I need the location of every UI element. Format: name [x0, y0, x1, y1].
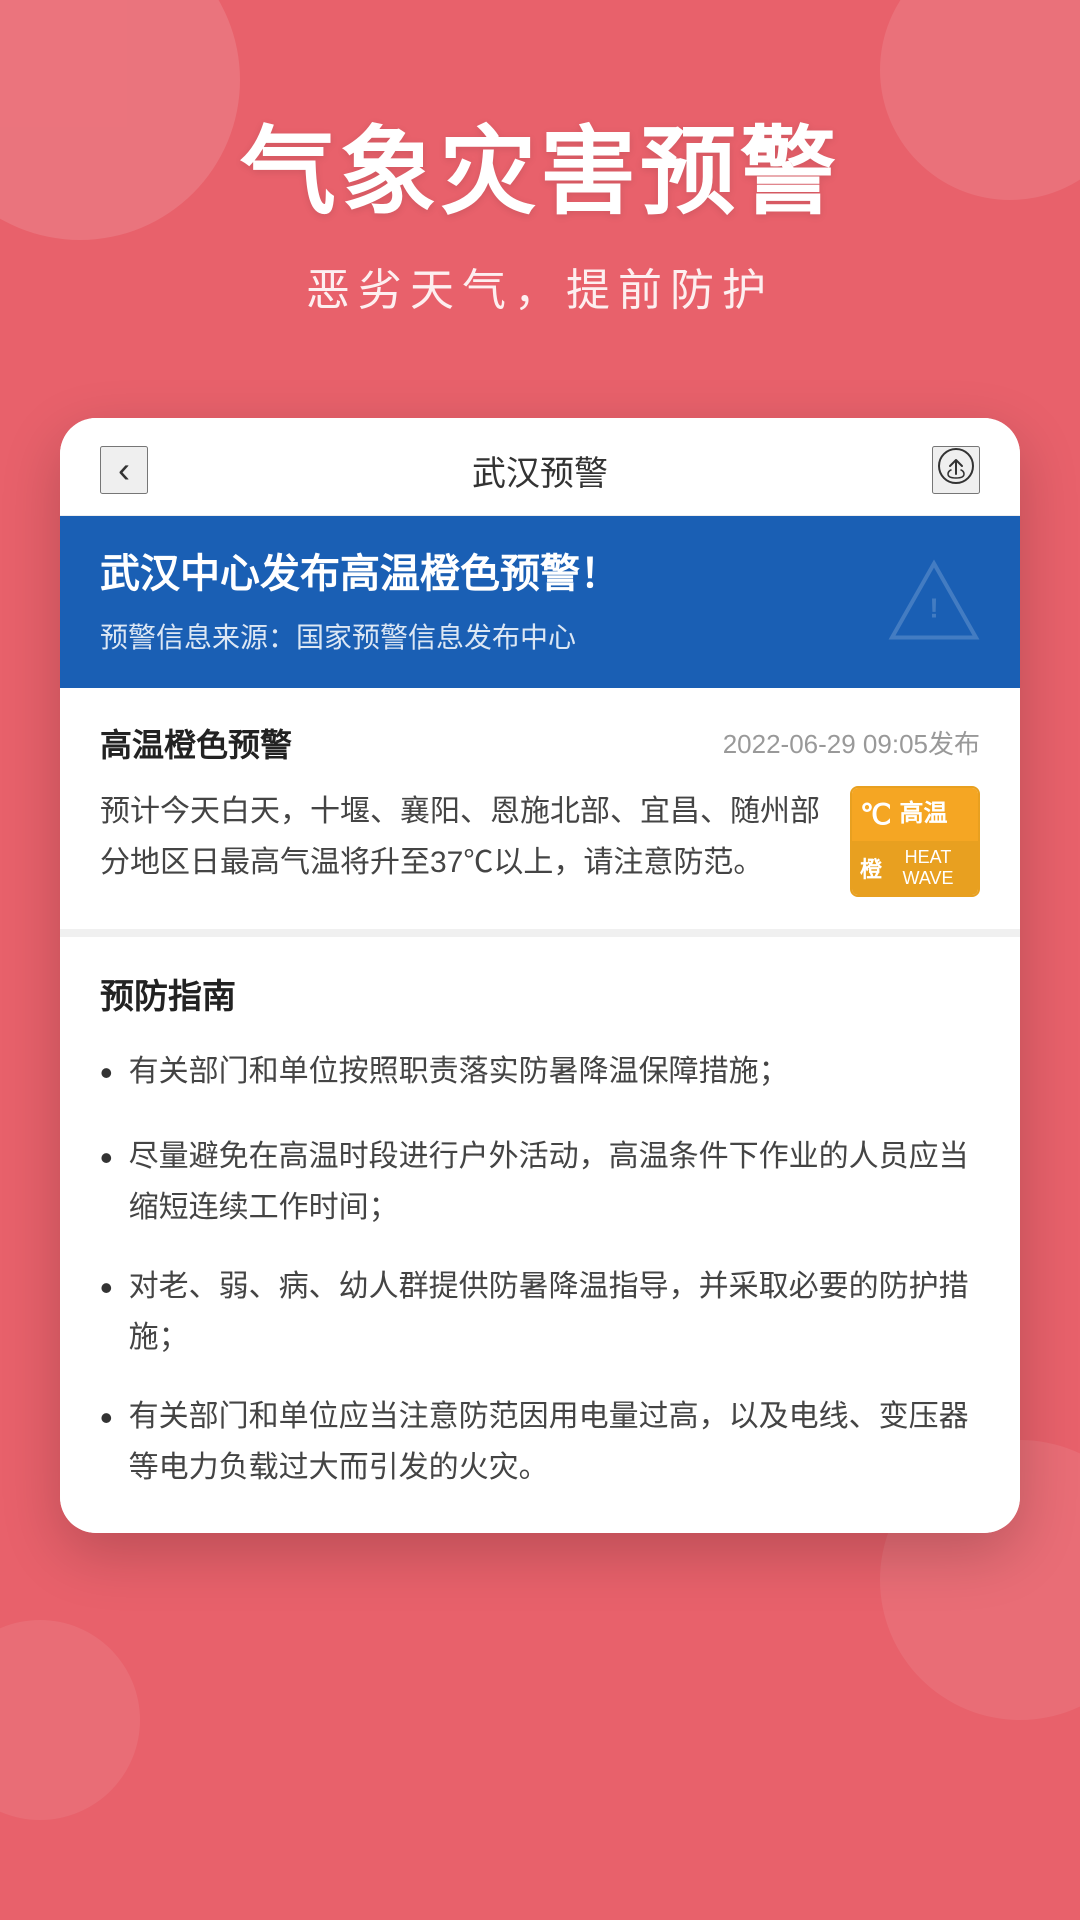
prevention-list: 有关部门和单位按照职责落实防暑降温保障措施； 尽量避免在高温时段进行户外活动，高温… [100, 1046, 980, 1493]
subtitle: 恶劣天气，提前防护 [60, 254, 1020, 318]
phone-navbar: ‹ 武汉预警 [60, 418, 1020, 516]
prevention-section: 预防指南 有关部门和单位按照职责落实防暑降温保障措施； 尽量避免在高温时段进行户外… [60, 937, 1020, 1533]
prevention-item: 有关部门和单位按照职责落实防暑降温保障措施； [100, 1046, 980, 1103]
badge-bottom: 橙 HEAT WAVE [852, 841, 978, 895]
share-icon [938, 448, 974, 493]
alert-body-row: 预计今天白天，十堰、襄阳、恩施北部、宜昌、随州部分地区日最高气温将升至37℃以上… [100, 786, 980, 897]
badge-top: ℃ 高温 [852, 788, 978, 841]
alert-meta-row: 高温橙色预警 2022-06-29 09:05发布 [100, 720, 980, 766]
alert-content: 高温橙色预警 2022-06-29 09:05发布 预计今天白天，十堰、襄阳、恩… [60, 688, 1020, 937]
badge-high-temp-label: 高温 [899, 802, 947, 826]
back-icon: ‹ [118, 452, 130, 488]
phone-card: ‹ 武汉预警 武汉中心发布高温橙色预警！ 预警信息来源：国家预警信息发布中心 ! [60, 418, 1020, 1533]
badge-wave-text: HEAT WAVE [886, 847, 970, 889]
prevention-item: 对老、弱、病、幼人群提供防暑降温指导，并采取必要的防护措施； [100, 1261, 980, 1363]
share-button[interactable] [932, 446, 980, 494]
heatwave-badge: ℃ 高温 橙 HEAT WAVE [850, 786, 980, 897]
back-button[interactable]: ‹ [100, 446, 148, 494]
warning-triangle-icon: ! [884, 555, 984, 648]
bg-decoration-circle-bl [0, 1620, 140, 1820]
alert-banner-title: 武汉中心发布高温橙色预警！ [100, 548, 980, 600]
main-title: 气象灾害预警 [60, 120, 1020, 226]
nav-title: 武汉预警 [472, 446, 608, 495]
alert-body-text: 预计今天白天，十堰、襄阳、恩施北部、宜昌、随州部分地区日最高气温将升至37℃以上… [100, 786, 830, 888]
alert-timestamp: 2022-06-29 09:05发布 [723, 724, 980, 761]
alert-type-label: 高温橙色预警 [100, 720, 292, 766]
header-section: 气象灾害预警 恶劣天气，提前防护 [0, 0, 1080, 378]
prevention-item: 尽量避免在高温时段进行户外活动，高温条件下作业的人员应当缩短连续工作时间； [100, 1131, 980, 1233]
alert-banner-source: 预警信息来源：国家预警信息发布中心 [100, 616, 980, 656]
alert-banner: 武汉中心发布高温橙色预警！ 预警信息来源：国家预警信息发布中心 ! [60, 516, 1020, 688]
prevention-title: 预防指南 [100, 969, 980, 1018]
badge-level: 橙 [860, 852, 882, 884]
prevention-item: 有关部门和单位应当注意防范因用电量过高，以及电线、变压器等电力负载过大而引发的火… [100, 1391, 980, 1493]
temperature-icon: ℃ [860, 798, 891, 831]
svg-text:!: ! [929, 592, 938, 623]
